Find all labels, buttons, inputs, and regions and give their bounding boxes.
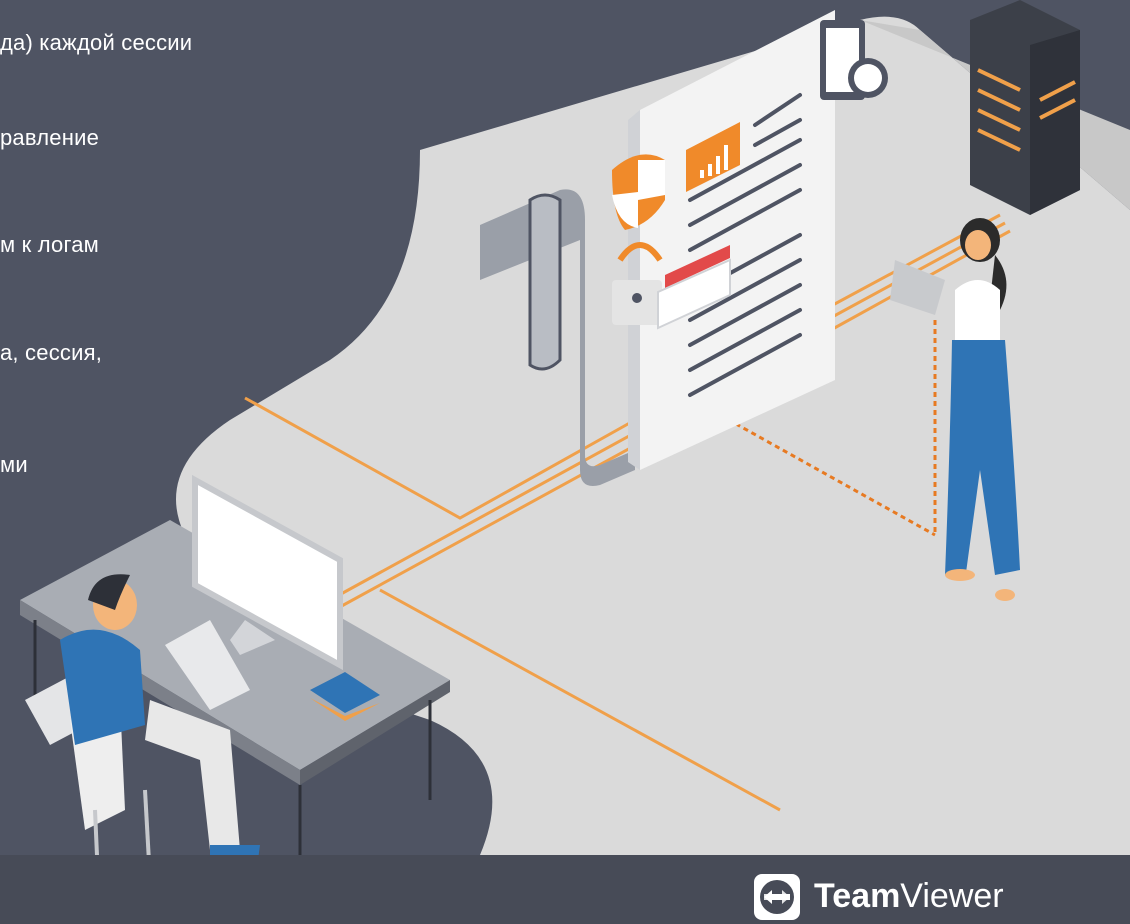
- text-line-2: равление: [0, 125, 99, 150]
- logo-team: Team: [814, 877, 901, 915]
- teamviewer-logo: TeamViewer: [752, 869, 1004, 924]
- server: [970, 0, 1080, 215]
- illustration: [20, 0, 1130, 924]
- teamviewer-logo-text: TeamViewer: [814, 877, 1004, 916]
- text-line-4: а, сессия,: [0, 340, 103, 365]
- logo-viewer: Viewer: [900, 877, 1004, 915]
- text-line-5: ми: [0, 452, 28, 477]
- text-line-3: м к логам: [0, 232, 99, 257]
- teamviewer-logo-icon: [754, 873, 800, 920]
- text-line-1: да) каждой сессии: [0, 30, 193, 55]
